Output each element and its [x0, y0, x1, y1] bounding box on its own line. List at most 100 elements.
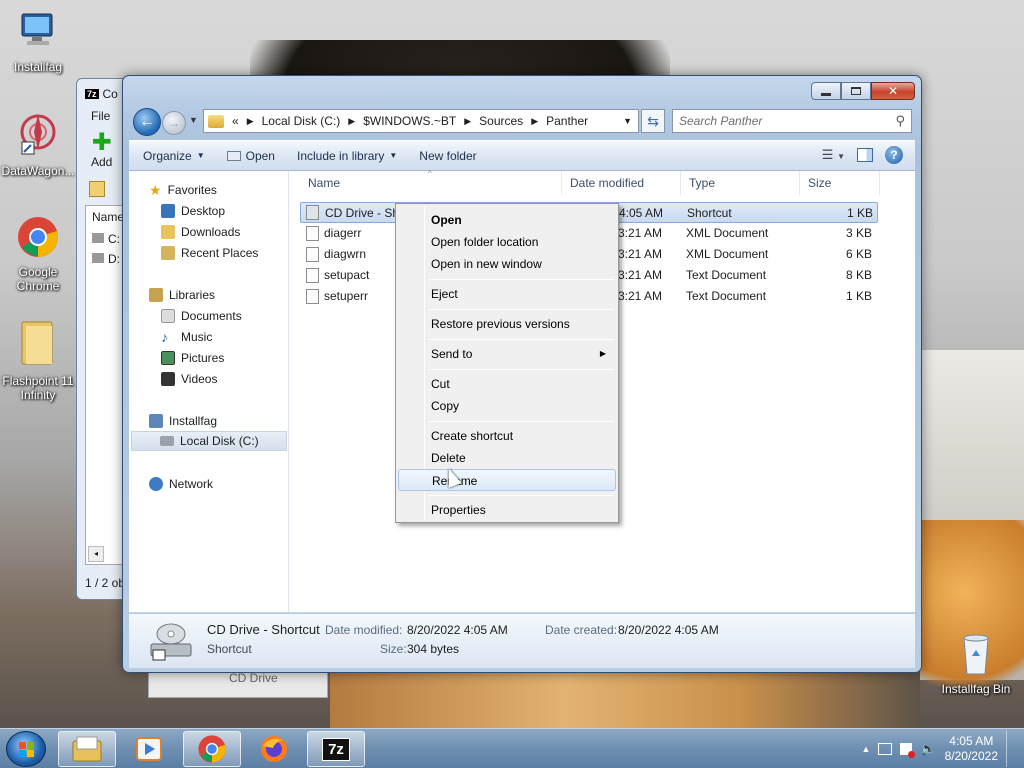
menu-item-send-to[interactable]: Send to ▶ [398, 343, 616, 365]
datawagon-icon [0, 110, 76, 161]
music-icon: ♪ [161, 329, 168, 345]
nav-desktop[interactable]: Desktop [161, 201, 225, 221]
dropdown-arrow-icon: ▼ [196, 151, 205, 160]
firefox-icon [261, 736, 287, 762]
preview-pane-icon[interactable] [857, 148, 873, 162]
menu-item-copy[interactable]: Copy [398, 395, 616, 417]
back-button[interactable]: ← [133, 108, 161, 136]
nav-recent-places[interactable]: Recent Places [161, 243, 258, 263]
show-desktop-button[interactable] [1006, 731, 1016, 767]
close-icon: ✕ [887, 84, 899, 98]
nav-computer[interactable]: Installfag [149, 411, 217, 431]
nav-favorites[interactable]: ★ Favorites [149, 180, 217, 200]
minimize-button[interactable] [811, 82, 841, 100]
column-header-name[interactable]: Name ^ [300, 169, 562, 195]
nav-network[interactable]: Network [149, 474, 213, 494]
chevron-right-icon[interactable]: ▶ [247, 116, 254, 127]
desktop-icon-installfag[interactable]: Installfag [0, 10, 76, 74]
close-button[interactable]: ✕ [871, 82, 915, 100]
column-header-date-modified[interactable]: Date modified [562, 171, 681, 195]
column-header-type[interactable]: Type [681, 171, 800, 195]
recent-pages-dropdown[interactable]: ▼ [189, 115, 198, 125]
nav-videos[interactable]: Videos [161, 369, 217, 389]
help-icon[interactable]: ? [885, 146, 903, 164]
menu-item-properties[interactable]: Properties [398, 499, 616, 521]
column-header-size[interactable]: Size [800, 171, 880, 195]
search-icon[interactable]: ⚲ [895, 113, 905, 129]
nav-documents[interactable]: Documents [161, 306, 242, 326]
network-icon [149, 477, 163, 491]
desktop-icon-datawagon[interactable]: DataWagon... [0, 110, 76, 178]
details-pane: CD Drive - Shortcut Shortcut Date modifi… [129, 614, 915, 668]
refresh-button[interactable]: ⇆ [641, 109, 665, 133]
refresh-icon: ⇆ [647, 112, 659, 129]
address-dropdown-icon[interactable]: ▼ [623, 116, 632, 126]
search-input[interactable]: Search Panther ⚲ [672, 109, 912, 133]
chevron-right-icon[interactable]: ▶ [464, 116, 471, 127]
menu-item-create-shortcut[interactable]: Create shortcut [398, 425, 616, 447]
sevenzip-drive-d[interactable]: D: [92, 252, 120, 266]
taskbar-chrome[interactable] [183, 731, 241, 767]
include-in-library-button[interactable]: Include in library ▼ [286, 149, 408, 163]
sevenzip-col-name[interactable]: Name [92, 210, 124, 224]
network-status-icon[interactable] [878, 743, 893, 755]
address-overflow[interactable]: « [232, 114, 239, 128]
menu-item-rename[interactable]: Rename [398, 469, 616, 491]
folder-icon [0, 318, 76, 371]
sevenzip-add-label: Add [91, 155, 113, 169]
organize-button[interactable]: Organize ▼ [129, 149, 216, 163]
details-date-created-label: Date created: [545, 623, 618, 637]
taskbar-media-player[interactable] [120, 731, 178, 767]
menu-item-eject[interactable]: Eject [398, 283, 616, 305]
sevenzip-add-button[interactable]: ✚ Add [91, 131, 113, 170]
new-folder-button[interactable]: New folder [408, 149, 487, 163]
open-button[interactable]: Open [216, 149, 286, 163]
forward-button[interactable]: → [162, 111, 186, 135]
action-center-icon[interactable] [900, 743, 916, 758]
nav-pictures[interactable]: Pictures [161, 348, 224, 368]
desktop-icon-chrome[interactable]: Google Chrome [0, 215, 76, 293]
sevenzip-drive-c[interactable]: C: [92, 232, 120, 246]
view-options-icon[interactable]: ☰ ▼ [822, 147, 845, 163]
desktop-icon-recycle-bin[interactable]: Installfag Bin [936, 630, 1016, 696]
file-size: 1 KB [847, 206, 874, 220]
sevenzip-scroll-left[interactable]: ◂ [88, 546, 104, 562]
breadcrumb-windows-bt[interactable]: $WINDOWS.~BT [363, 114, 456, 128]
details-date-modified: 8/20/2022 4:05 AM [407, 623, 508, 637]
volume-icon[interactable]: 🔈 [920, 741, 936, 757]
file-name: CD Drive - Sh [325, 206, 400, 220]
breadcrumb-panther[interactable]: Panther [546, 114, 588, 128]
maximize-button[interactable] [841, 82, 871, 100]
details-name: CD Drive - Shortcut [207, 622, 320, 637]
chevron-right-icon[interactable]: ▶ [531, 116, 538, 127]
sevenzip-menu-file[interactable]: File [91, 109, 110, 123]
breadcrumb-local-disk[interactable]: Local Disk (C:) [262, 114, 341, 128]
breadcrumb-sources[interactable]: Sources [479, 114, 523, 128]
nav-libraries[interactable]: Libraries [149, 285, 215, 305]
start-button[interactable] [6, 731, 46, 767]
nav-music[interactable]: ♪ Music [161, 327, 212, 347]
address-bar[interactable]: « ▶ Local Disk (C:) ▶ $WINDOWS.~BT ▶ Sou… [203, 109, 639, 133]
menu-item-open[interactable]: Open [398, 209, 616, 231]
menu-item-cut[interactable]: Cut [398, 373, 616, 395]
clock-date: 8/20/2022 [944, 749, 998, 763]
desktop-icon [161, 204, 175, 218]
taskbar-7zip[interactable]: 7z [307, 731, 365, 767]
menu-item-open-in-new-window[interactable]: Open in new window [398, 253, 616, 275]
sevenzip-up-icon[interactable] [89, 181, 105, 197]
nav-downloads[interactable]: Downloads [161, 222, 240, 242]
show-hidden-icons-icon[interactable]: ▲ [862, 744, 871, 754]
menu-item-delete[interactable]: Delete [398, 447, 616, 469]
menu-item-restore-previous-versions[interactable]: Restore previous versions [398, 313, 616, 335]
taskbar-firefox[interactable] [245, 731, 303, 767]
sevenzip-title: Co [102, 87, 118, 101]
clock[interactable]: 4:05 AM 8/20/2022 [945, 734, 998, 764]
details-size: 304 bytes [407, 642, 460, 656]
nav-local-disk[interactable]: Local Disk (C:) [131, 431, 287, 451]
chevron-right-icon[interactable]: ▶ [348, 116, 355, 127]
desktop-icon-flashpoint[interactable]: Flashpoint 11 Infinity [0, 318, 76, 402]
taskbar-explorer[interactable] [58, 731, 116, 767]
details-date-modified-label: Date modified: [325, 623, 403, 637]
file-type: XML Document [686, 247, 769, 261]
menu-item-open-folder-location[interactable]: Open folder location [398, 231, 616, 253]
